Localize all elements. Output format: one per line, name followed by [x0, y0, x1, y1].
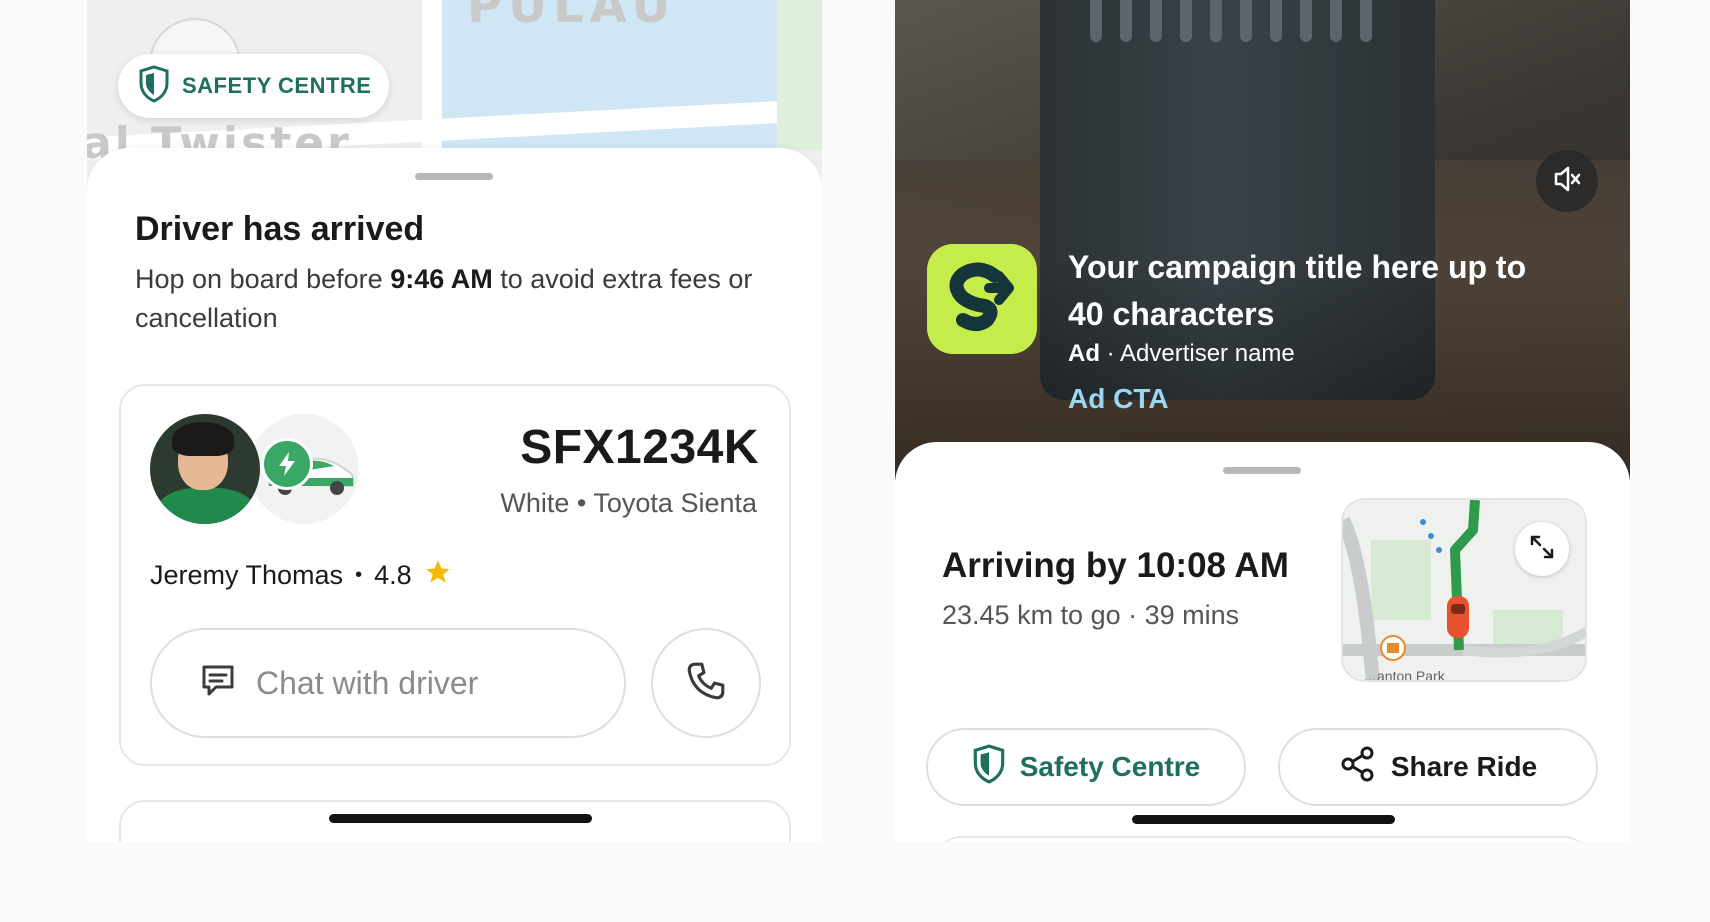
safety-centre-label: SAFETY CENTRE — [182, 73, 372, 98]
speaker-muted-icon — [1550, 162, 1584, 201]
suitcase-ridge — [1210, 0, 1222, 42]
license-plate: SFX1234K — [520, 421, 759, 474]
status-title: Driver has arrived — [135, 210, 425, 248]
suitcase-ridge — [1300, 0, 1312, 42]
arrival-subtitle: 23.45 km to go · 39 mins — [942, 600, 1240, 630]
suitcase-ridge — [1090, 0, 1102, 42]
share-icon — [1339, 745, 1377, 790]
bottom-sheet: Arriving by 10:08 AM 23.45 km to go · 39… — [895, 442, 1630, 842]
avatar-hair — [172, 422, 234, 456]
expand-map-button[interactable] — [1515, 522, 1569, 576]
map-place-label: …anton Park — [1363, 668, 1445, 682]
home-indicator[interactable] — [329, 814, 592, 823]
home-indicator[interactable] — [1132, 815, 1395, 824]
star-icon — [424, 558, 452, 593]
status-description: Hop on board before 9:46 AM to avoid ext… — [135, 260, 785, 338]
bottom-sheet: Driver has arrived Hop on board before 9… — [87, 148, 822, 842]
advertiser-name: Advertiser name — [1120, 340, 1295, 367]
ad-title[interactable]: Your campaign title here up to 40 charac… — [1068, 244, 1568, 338]
ad-video[interactable]: Your campaign title here up to 40 charac… — [895, 0, 1630, 480]
ad-cta-link[interactable]: Ad CTA — [1068, 383, 1169, 415]
suitcase-ridge — [1330, 0, 1342, 42]
lightning-badge-icon — [261, 438, 313, 490]
driver-card: SFX1234K White • Toyota Sienta Jeremy Th… — [119, 384, 791, 766]
separator-dot: • — [355, 564, 363, 586]
sheet-handle[interactable] — [415, 173, 493, 180]
call-driver-button[interactable] — [651, 628, 761, 738]
ad-meta: Ad · Advertiser name — [1068, 340, 1295, 367]
shield-icon — [138, 64, 170, 108]
car-description: White • Toyota Sienta — [500, 488, 757, 518]
suitcase-ridge — [1270, 0, 1282, 42]
arrival-title: Arriving by 10:08 AM — [942, 546, 1289, 585]
share-ride-label: Share Ride — [1390, 751, 1538, 782]
driver-name: Jeremy Thomas — [150, 560, 344, 590]
suitcase-ridge — [1120, 0, 1132, 42]
shield-icon — [972, 743, 1006, 791]
chat-icon — [198, 661, 238, 706]
suitcase-ridge — [1240, 0, 1252, 42]
suitcase-ridge — [1360, 0, 1372, 42]
suitcase-ridge — [1150, 0, 1162, 42]
sheet-handle[interactable] — [1223, 467, 1301, 474]
driver-info: Jeremy Thomas • 4.8 — [150, 558, 452, 593]
mute-button[interactable] — [1536, 150, 1598, 212]
left-screen: PULAU al Twister SAFETY CENTRE Driver ha… — [87, 0, 822, 842]
driver-rating: 4.8 — [374, 560, 412, 590]
map-park — [777, 0, 822, 150]
avatar-shirt — [156, 488, 256, 524]
chat-with-driver-button[interactable]: Chat with driver — [150, 628, 626, 738]
share-ride-button[interactable]: Share Ride — [1278, 728, 1598, 806]
expand-icon — [1528, 533, 1556, 566]
desc-time: 9:46 AM — [390, 264, 493, 294]
route-mini-map[interactable]: …anton Park — [1341, 498, 1587, 682]
suitcase-ridge — [1180, 0, 1192, 42]
map-label: PULAU — [467, 0, 677, 34]
safety-centre-label: Safety Centre — [1019, 751, 1201, 782]
safety-centre-button[interactable]: SAFETY CENTRE — [118, 54, 390, 118]
map-road — [422, 0, 442, 150]
driver-avatar — [150, 414, 260, 524]
safety-centre-button[interactable]: Safety Centre — [926, 728, 1246, 806]
phone-icon — [685, 660, 727, 707]
ad-label: Ad — [1068, 340, 1100, 367]
chat-button-label: Chat with driver — [256, 664, 479, 701]
right-screen: Your campaign title here up to 40 charac… — [895, 0, 1630, 842]
advertiser-app-icon[interactable] — [927, 244, 1037, 354]
next-card — [935, 836, 1590, 842]
desc-prefix: Hop on board before — [135, 264, 391, 294]
